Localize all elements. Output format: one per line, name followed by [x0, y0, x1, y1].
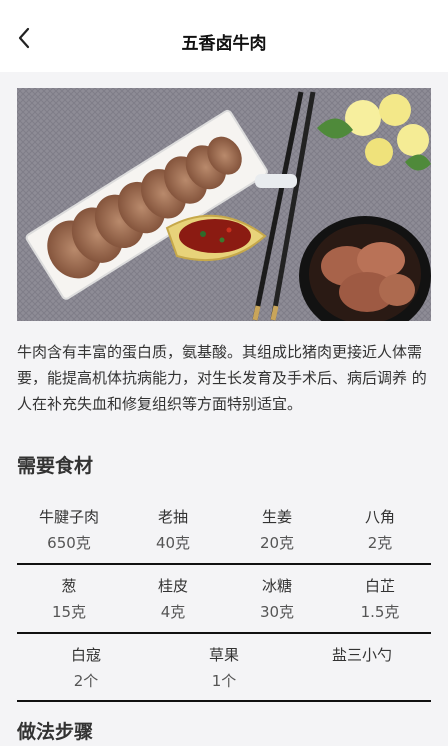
ingredient-name: 牛腱子肉: [38, 508, 99, 526]
ingredient-name: 冰糖: [261, 577, 292, 595]
ingredient-item: 冰糖 30克: [225, 576, 329, 622]
ingredient-amount: 30克: [259, 603, 295, 621]
ingredient-item: 葱 15克: [17, 576, 121, 622]
ingredient-name: 白芷: [364, 577, 395, 595]
ingredient-amount: 2个: [73, 672, 99, 690]
page-title: 五香卤牛肉: [181, 34, 267, 54]
dish-description: 牛肉含有丰富的蛋白质，氨基酸。其组成比猪肉更接近人体需要，能提高机体抗病能力，对…: [17, 343, 427, 413]
ingredient-row: 牛腱子肉 650克 老抽 40克 生姜 20克 八角 2克: [17, 507, 431, 567]
ingredient-item: 盐三小勺: [293, 645, 431, 671]
ingredient-name: 老抽: [157, 508, 188, 526]
ingredient-amount: 1.5克: [360, 603, 400, 621]
row-divider: [17, 700, 431, 702]
dish-photo: [17, 88, 431, 321]
ingredient-name: 白寇: [70, 646, 101, 664]
ingredient-name: 桂皮: [157, 577, 188, 595]
ingredient-amount: 40克: [155, 534, 191, 552]
ingredient-item: 白芷 1.5克: [329, 576, 431, 622]
ingredients-heading: 需要食材: [17, 455, 94, 477]
ingredient-item: 八角 2克: [329, 507, 431, 553]
ingredient-amount: 2克: [367, 534, 393, 552]
ingredient-name: 盐三小勺: [331, 646, 392, 664]
ingredient-name: 八角: [364, 508, 395, 526]
ingredient-item: 桂皮 4克: [121, 576, 225, 622]
ingredient-amount: 15克: [51, 603, 87, 621]
ingredient-row: 葱 15克 桂皮 4克 冰糖 30克 白芷 1.5克: [17, 576, 431, 636]
steps-heading: 做法步骤: [17, 721, 94, 743]
ingredient-item: 老抽 40克: [121, 507, 225, 553]
ingredient-amount: 1个: [211, 672, 237, 690]
ingredient-name: 葱: [61, 577, 77, 595]
ingredient-item: 白寇 2个: [17, 645, 155, 691]
ingredient-row: 白寇 2个 草果 1个 盐三小勺: [17, 645, 431, 705]
ingredient-item: 牛腱子肉 650克: [17, 507, 121, 553]
row-divider: [17, 632, 431, 634]
ingredient-name: 生姜: [261, 508, 292, 526]
ingredient-item: 草果 1个: [155, 645, 293, 691]
ingredient-name: 草果: [208, 646, 239, 664]
row-divider: [17, 563, 431, 565]
ingredient-amount: 650克: [47, 534, 91, 552]
ingredient-item: 生姜 20克: [225, 507, 329, 553]
top-nav-bar: 五香卤牛肉: [0, 0, 448, 72]
ingredient-amount: 20克: [259, 534, 295, 552]
ingredient-amount: 4克: [160, 603, 186, 621]
